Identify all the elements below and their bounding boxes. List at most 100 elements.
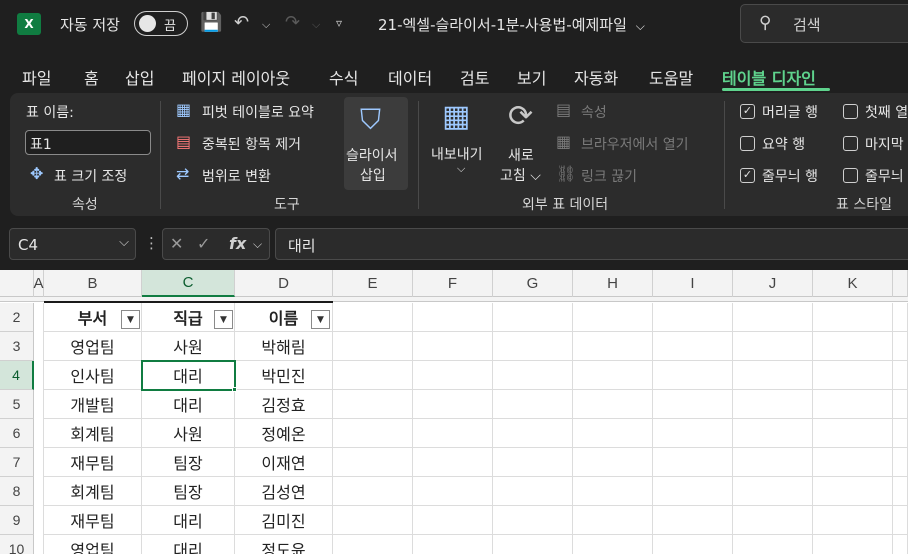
document-title[interactable]: 21-엑셀-슬라이서-1분-사용법-예제파일 ⌵ bbox=[378, 14, 645, 35]
empty-cell[interactable] bbox=[573, 477, 653, 506]
select-all-corner[interactable] bbox=[0, 270, 34, 297]
empty-cell[interactable] bbox=[333, 506, 413, 535]
empty-cell[interactable] bbox=[813, 361, 893, 390]
table-cell[interactable]: 대리 bbox=[142, 390, 235, 419]
empty-cell[interactable] bbox=[573, 419, 653, 448]
refresh-button[interactable]: 고침 ⌵ bbox=[500, 165, 541, 185]
empty-cell[interactable] bbox=[493, 303, 573, 332]
empty-cell[interactable] bbox=[333, 535, 413, 554]
empty-cell[interactable] bbox=[813, 506, 893, 535]
table-cell[interactable]: 이재연 bbox=[235, 448, 333, 477]
column-header-c[interactable]: C bbox=[142, 270, 235, 297]
banded-columns-checkbox[interactable] bbox=[843, 168, 858, 183]
empty-cell[interactable] bbox=[653, 535, 733, 554]
first-column-checkbox[interactable] bbox=[843, 104, 858, 119]
table-cell[interactable]: 회계팀 bbox=[44, 477, 142, 506]
tab-view[interactable]: 보기 bbox=[517, 65, 546, 89]
empty-cell[interactable] bbox=[573, 303, 653, 332]
empty-cell[interactable] bbox=[653, 361, 733, 390]
table-cell[interactable]: 인사팀 bbox=[44, 361, 142, 390]
table-cell[interactable]: 정예온 bbox=[235, 419, 333, 448]
empty-cell[interactable] bbox=[893, 535, 908, 554]
empty-cell[interactable] bbox=[733, 332, 813, 361]
empty-cell[interactable] bbox=[813, 535, 893, 554]
table-cell[interactable]: 김정효 bbox=[235, 390, 333, 419]
empty-cell[interactable] bbox=[653, 419, 733, 448]
tab-formulas[interactable]: 수식 bbox=[329, 65, 358, 89]
empty-cell[interactable] bbox=[493, 361, 573, 390]
cancel-icon[interactable]: ✕ bbox=[170, 234, 183, 253]
empty-cell[interactable] bbox=[893, 361, 908, 390]
empty-cell[interactable] bbox=[653, 506, 733, 535]
empty-cell[interactable] bbox=[733, 361, 813, 390]
customize-toolbar-icon[interactable]: ▿ bbox=[336, 16, 342, 30]
filter-dropdown-icon[interactable]: ▼ bbox=[214, 310, 233, 329]
empty-cell[interactable] bbox=[733, 448, 813, 477]
table-cell[interactable]: 재무팀 bbox=[44, 448, 142, 477]
column-header-f[interactable]: F bbox=[413, 270, 493, 297]
empty-cell[interactable] bbox=[413, 477, 493, 506]
empty-cell[interactable] bbox=[893, 332, 908, 361]
last-column-checkbox[interactable] bbox=[843, 136, 858, 151]
column-header-k[interactable]: K bbox=[813, 270, 893, 297]
empty-cell[interactable] bbox=[573, 506, 653, 535]
empty-cell[interactable] bbox=[333, 361, 413, 390]
table-cell[interactable]: 영업팀 bbox=[44, 535, 142, 554]
table-cell[interactable]: 사원 bbox=[142, 332, 235, 361]
table-cell[interactable]: 박해림 bbox=[235, 332, 333, 361]
formula-input[interactable]: 대리 bbox=[275, 228, 908, 260]
empty-cell[interactable] bbox=[413, 448, 493, 477]
empty-cell[interactable] bbox=[893, 390, 908, 419]
autosave-toggle[interactable]: 끔 bbox=[134, 11, 188, 36]
table-cell[interactable]: 개발팀 bbox=[44, 390, 142, 419]
column-header-h[interactable]: H bbox=[573, 270, 653, 297]
column-header-b[interactable]: B bbox=[44, 270, 142, 297]
unlink-button[interactable]: 링크 끊기 bbox=[581, 166, 637, 186]
empty-cell[interactable] bbox=[893, 477, 908, 506]
redo-icon[interactable]: ↷ bbox=[285, 12, 300, 33]
summarize-pivot-button[interactable]: 피벗 테이블로 요약 bbox=[202, 102, 314, 122]
empty-cell[interactable] bbox=[653, 303, 733, 332]
table-cell[interactable]: 영업팀 bbox=[44, 332, 142, 361]
empty-cell[interactable] bbox=[493, 506, 573, 535]
tab-help[interactable]: 도움말 bbox=[649, 65, 693, 89]
convert-to-range-button[interactable]: 범위로 변환 bbox=[202, 166, 271, 186]
undo-icon[interactable]: ↶ bbox=[234, 12, 249, 33]
empty-cell[interactable] bbox=[493, 535, 573, 554]
remove-duplicates-button[interactable]: 중복된 항목 제거 bbox=[202, 134, 301, 154]
column-header-i[interactable]: I bbox=[653, 270, 733, 297]
empty-cell[interactable] bbox=[573, 535, 653, 554]
empty-cell[interactable] bbox=[813, 303, 893, 332]
column-header-a[interactable]: A bbox=[34, 270, 44, 297]
empty-cell[interactable] bbox=[653, 448, 733, 477]
table-cell[interactable]: 김성연 bbox=[235, 477, 333, 506]
empty-cell[interactable] bbox=[493, 332, 573, 361]
properties-button[interactable]: 속성 bbox=[581, 102, 607, 122]
column-header-l[interactable] bbox=[893, 270, 908, 297]
save-icon[interactable]: 💾 bbox=[200, 12, 222, 33]
export-button[interactable]: 내보내기 bbox=[431, 144, 483, 164]
empty-cell[interactable] bbox=[413, 303, 493, 332]
empty-cell[interactable] bbox=[653, 332, 733, 361]
empty-cell[interactable] bbox=[733, 419, 813, 448]
table-cell[interactable]: 대리 bbox=[142, 506, 235, 535]
total-row-checkbox[interactable] bbox=[740, 136, 755, 151]
fx-chevron-down-icon[interactable]: ⌵ bbox=[253, 237, 262, 252]
column-header-e[interactable]: E bbox=[333, 270, 413, 297]
empty-cell[interactable] bbox=[333, 303, 413, 332]
column-header-j[interactable]: J bbox=[733, 270, 813, 297]
empty-cell[interactable] bbox=[333, 419, 413, 448]
empty-cell[interactable] bbox=[733, 535, 813, 554]
empty-cell[interactable] bbox=[413, 390, 493, 419]
row-header[interactable]: 5 bbox=[0, 390, 34, 419]
row-header[interactable]: 2 bbox=[0, 303, 34, 332]
tab-automate[interactable]: 자동화 bbox=[574, 65, 618, 89]
empty-cell[interactable] bbox=[413, 535, 493, 554]
name-box[interactable]: C4 ⌵ bbox=[9, 228, 136, 260]
empty-cell[interactable] bbox=[733, 477, 813, 506]
table-cell[interactable]: 대리 bbox=[142, 535, 235, 554]
empty-cell[interactable] bbox=[333, 477, 413, 506]
empty-cell[interactable] bbox=[813, 419, 893, 448]
table-cell[interactable]: 박민진 bbox=[235, 361, 333, 390]
search-box[interactable]: ⚲ 검색 bbox=[740, 4, 908, 43]
